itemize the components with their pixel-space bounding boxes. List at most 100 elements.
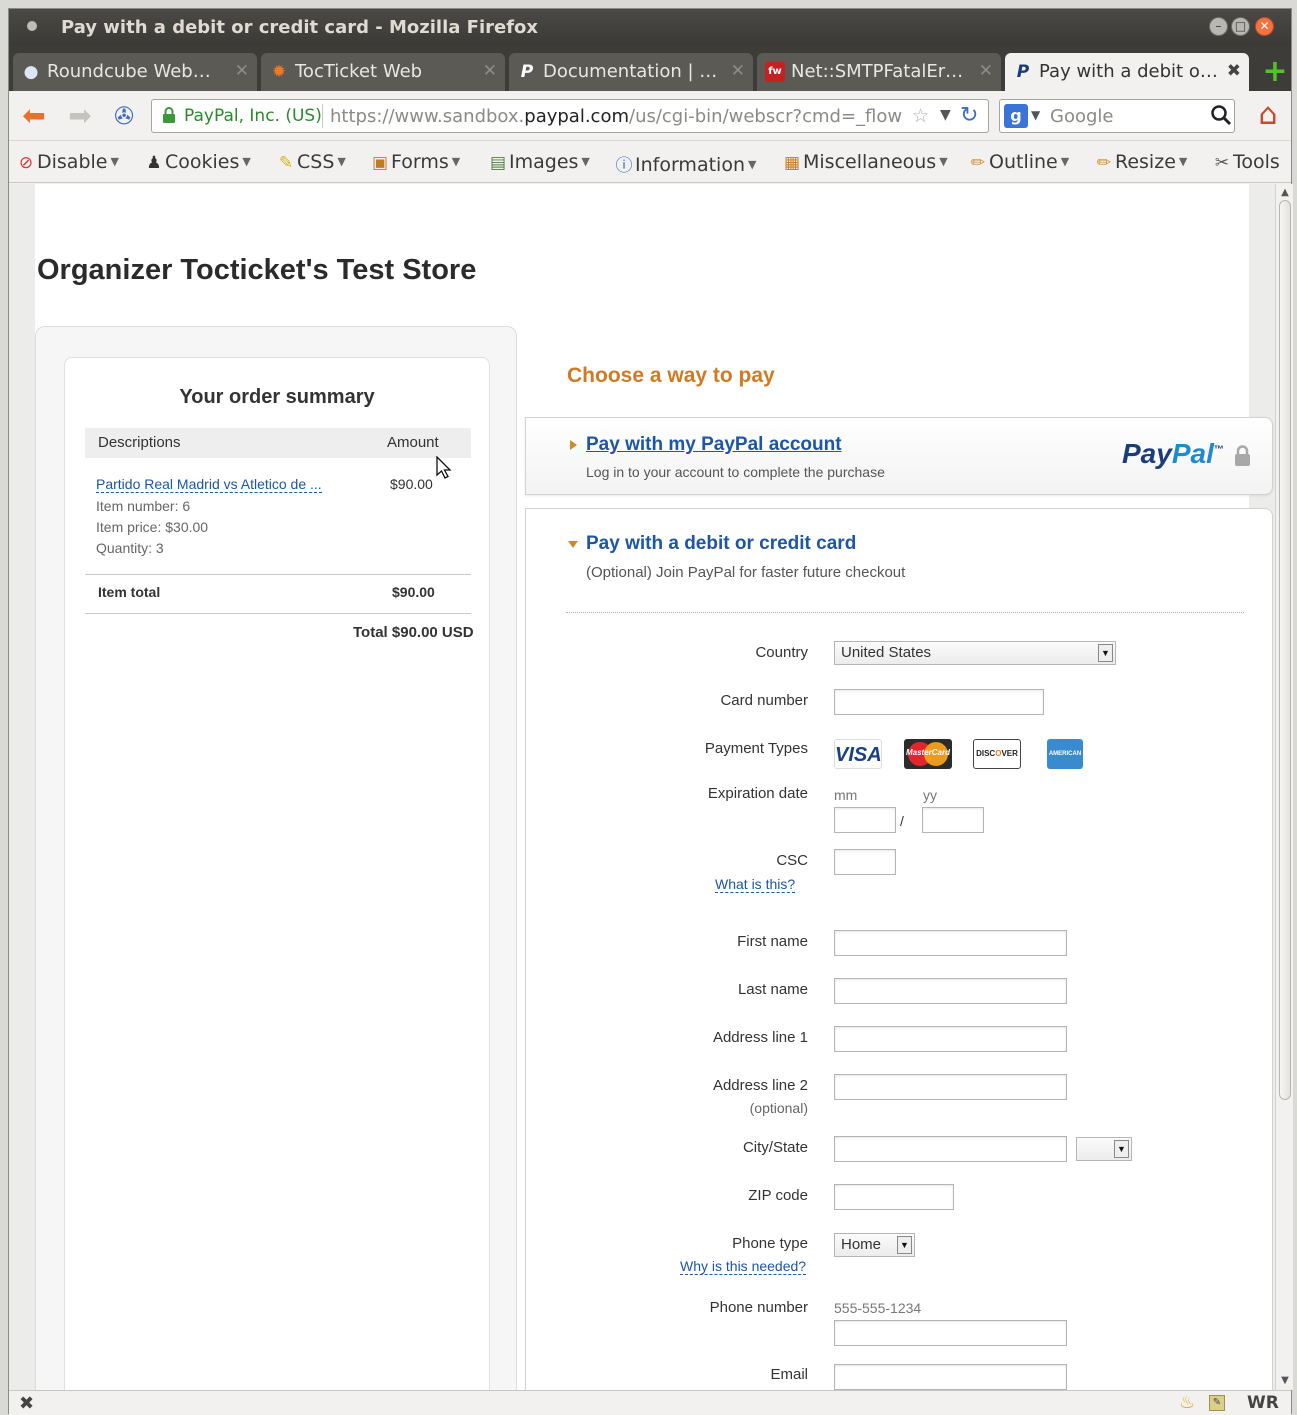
csc-input[interactable] xyxy=(834,849,896,875)
order-summary-title: Your order summary xyxy=(179,386,375,408)
email-input[interactable] xyxy=(834,1364,1067,1390)
outline-icon: ✏ xyxy=(970,153,986,173)
tab-close-icon[interactable]: ✖ xyxy=(1227,61,1241,81)
pay-with-paypal-option[interactable]: Pay with my PayPal account Log in to you… xyxy=(525,417,1273,495)
tab-documentation[interactable]: P Documentation | … ✕ xyxy=(509,53,753,91)
scroll-down-icon[interactable]: ▼ xyxy=(1276,1372,1294,1390)
tocticket-icon: ✹ xyxy=(271,62,287,82)
reload-icon[interactable]: ↻ xyxy=(960,103,978,128)
forms-icon: ▣ xyxy=(371,153,389,173)
close-window-icon[interactable]: ✕ xyxy=(1255,17,1274,36)
state-select[interactable]: ▼ xyxy=(1076,1137,1132,1161)
tab-close-icon[interactable]: ✕ xyxy=(483,61,497,81)
visa-logo: VISA xyxy=(834,739,882,769)
search-engine-dropdown-icon[interactable]: ▼ xyxy=(1031,108,1040,122)
addon-wr-label[interactable]: WR xyxy=(1247,1393,1279,1413)
item-amount: $90.00 xyxy=(390,476,433,492)
csc-help-link[interactable]: What is this? xyxy=(715,876,796,893)
devbar-miscellaneous[interactable]: ▦ Miscellaneous ▼ xyxy=(781,151,948,173)
item-number: Item number: 6 xyxy=(96,498,191,514)
col-descriptions: Descriptions xyxy=(98,434,181,451)
devbar-cookies[interactable]: ♟ Cookies ▼ xyxy=(143,151,250,173)
chevron-down-icon: ▼ xyxy=(1114,1140,1129,1158)
paypal-option-subtitle: Log in to your account to complete the p… xyxy=(586,464,885,480)
back-arrow-icon[interactable]: ⬅ xyxy=(17,99,51,133)
devbar-information[interactable]: ⓘ Information ▼ xyxy=(613,151,757,176)
pay-with-paypal-link[interactable]: Pay with my PayPal account xyxy=(586,434,842,456)
home-icon[interactable]: ⌂ xyxy=(1251,97,1285,133)
minimize-icon[interactable]: – xyxy=(1209,17,1228,36)
tab-close-icon[interactable]: ✕ xyxy=(235,61,249,81)
devbar-disable[interactable]: ⊘ Disable ▼ xyxy=(15,151,119,173)
devbar-tools[interactable]: ✂ Tools xyxy=(1211,151,1280,173)
country-label: Country xyxy=(755,644,808,661)
cookies-icon: ♟ xyxy=(146,153,162,173)
phone-number-input[interactable] xyxy=(834,1320,1067,1346)
devbar-outline[interactable]: ✏ Outline ▼ xyxy=(967,151,1069,173)
expiry-year-input[interactable] xyxy=(922,807,984,833)
site-identity[interactable]: PayPal, Inc. (US) xyxy=(184,106,322,126)
expanded-arrow-icon xyxy=(568,541,578,548)
optional-hint: (optional) xyxy=(749,1100,808,1116)
bookmark-star-icon[interactable]: ☆ xyxy=(912,105,929,127)
forward-arrow-icon[interactable]: ➡ xyxy=(63,99,97,133)
devbar-forms[interactable]: ▣ Forms ▼ xyxy=(369,151,460,173)
tab-label: Roundcube Web… xyxy=(47,61,211,82)
order-summary-box: Your order summary Descriptions Amount P… xyxy=(64,357,490,1390)
tab-roundcube[interactable]: ● Roundcube Web… ✕ xyxy=(13,53,257,91)
zip-code-input[interactable] xyxy=(834,1184,954,1210)
disable-icon: ⊘ xyxy=(18,153,34,173)
address-line-2-input[interactable] xyxy=(834,1074,1067,1100)
item-quantity: Quantity: 3 xyxy=(96,540,164,556)
tab-close-icon[interactable]: ✕ xyxy=(979,61,993,81)
search-engine-icon[interactable]: g xyxy=(1004,104,1028,128)
url-text[interactable]: https://www.sandbox.paypal.com/us/cgi-bi… xyxy=(330,106,910,127)
vertical-scrollbar[interactable]: ▲ ▼ xyxy=(1275,184,1293,1390)
address-line-1-input[interactable] xyxy=(834,1026,1067,1052)
maximize-icon[interactable]: □ xyxy=(1231,17,1250,36)
amex-logo: AMERICAN EXPRESS xyxy=(1047,739,1083,787)
tools-icon: ✂ xyxy=(1214,153,1230,173)
devbar-images[interactable]: ▤ Images ▼ xyxy=(487,151,590,173)
pay-with-card-heading[interactable]: Pay with a debit or credit card xyxy=(586,533,856,555)
expiry-month-input[interactable] xyxy=(834,807,896,833)
divider xyxy=(85,613,471,614)
city-input[interactable] xyxy=(834,1136,1067,1162)
last-name-input[interactable] xyxy=(834,978,1067,1004)
browser-window: Pay with a debit or credit card - Mozill… xyxy=(8,8,1293,1415)
tab-tocticket[interactable]: ✹ TocTicket Web ✕ xyxy=(261,53,505,91)
url-bar[interactable]: PayPal, Inc. (US) https://www.sandbox.pa… xyxy=(151,99,989,133)
window-menu-icon[interactable] xyxy=(27,21,37,31)
phone-number-label: Phone number xyxy=(709,1299,808,1316)
mouse-cursor-icon xyxy=(436,455,454,484)
first-name-input[interactable] xyxy=(834,930,1067,956)
paypal-p-icon: P xyxy=(520,62,534,82)
search-bar[interactable]: g ▼ Google xyxy=(999,99,1235,133)
tab-close-icon[interactable]: ✕ xyxy=(731,61,745,81)
phone-type-select[interactable]: Home ▼ xyxy=(834,1233,915,1257)
first-name-label: First name xyxy=(737,933,808,950)
country-select[interactable]: United States ▼ xyxy=(834,641,1116,665)
year-hint: yy xyxy=(923,787,937,803)
lock-icon xyxy=(1234,445,1251,467)
extension-icon[interactable]: ✇ xyxy=(107,99,141,133)
close-addon-bar-icon[interactable]: ✖ xyxy=(19,1393,34,1414)
addon-bell-icon[interactable]: ♨ xyxy=(1179,1392,1195,1413)
item-name-link[interactable]: Partido Real Madrid vs Atletico de ... xyxy=(96,476,322,493)
scrollbar-thumb[interactable] xyxy=(1279,200,1291,1100)
tab-smtp-error[interactable]: fw Net::SMTPFatalEr… ✕ xyxy=(757,53,1001,91)
navigation-bar: ⬅ ➡ ✇ PayPal, Inc. (US) https://www.sand… xyxy=(9,91,1291,141)
devbar-css[interactable]: ✎ CSS ▼ xyxy=(275,151,346,173)
summary-table-header: Descriptions Amount xyxy=(85,428,471,458)
url-dropdown-icon[interactable]: ▼ xyxy=(940,107,951,123)
miscellaneous-icon: ▦ xyxy=(783,153,801,173)
email-label: Email xyxy=(770,1366,808,1383)
search-icon[interactable] xyxy=(1210,104,1232,131)
new-tab-icon[interactable]: + xyxy=(1261,57,1289,87)
phone-help-link[interactable]: Why is this needed? xyxy=(680,1258,807,1275)
fw-icon: fw xyxy=(765,62,785,82)
card-number-input[interactable] xyxy=(834,689,1044,715)
addon-note-icon[interactable]: ✎ xyxy=(1209,1395,1225,1411)
devbar-resize[interactable]: ✏ Resize ▼ xyxy=(1093,151,1187,173)
tab-pay-with-card[interactable]: P Pay with a debit o… ✖ xyxy=(1005,53,1249,91)
